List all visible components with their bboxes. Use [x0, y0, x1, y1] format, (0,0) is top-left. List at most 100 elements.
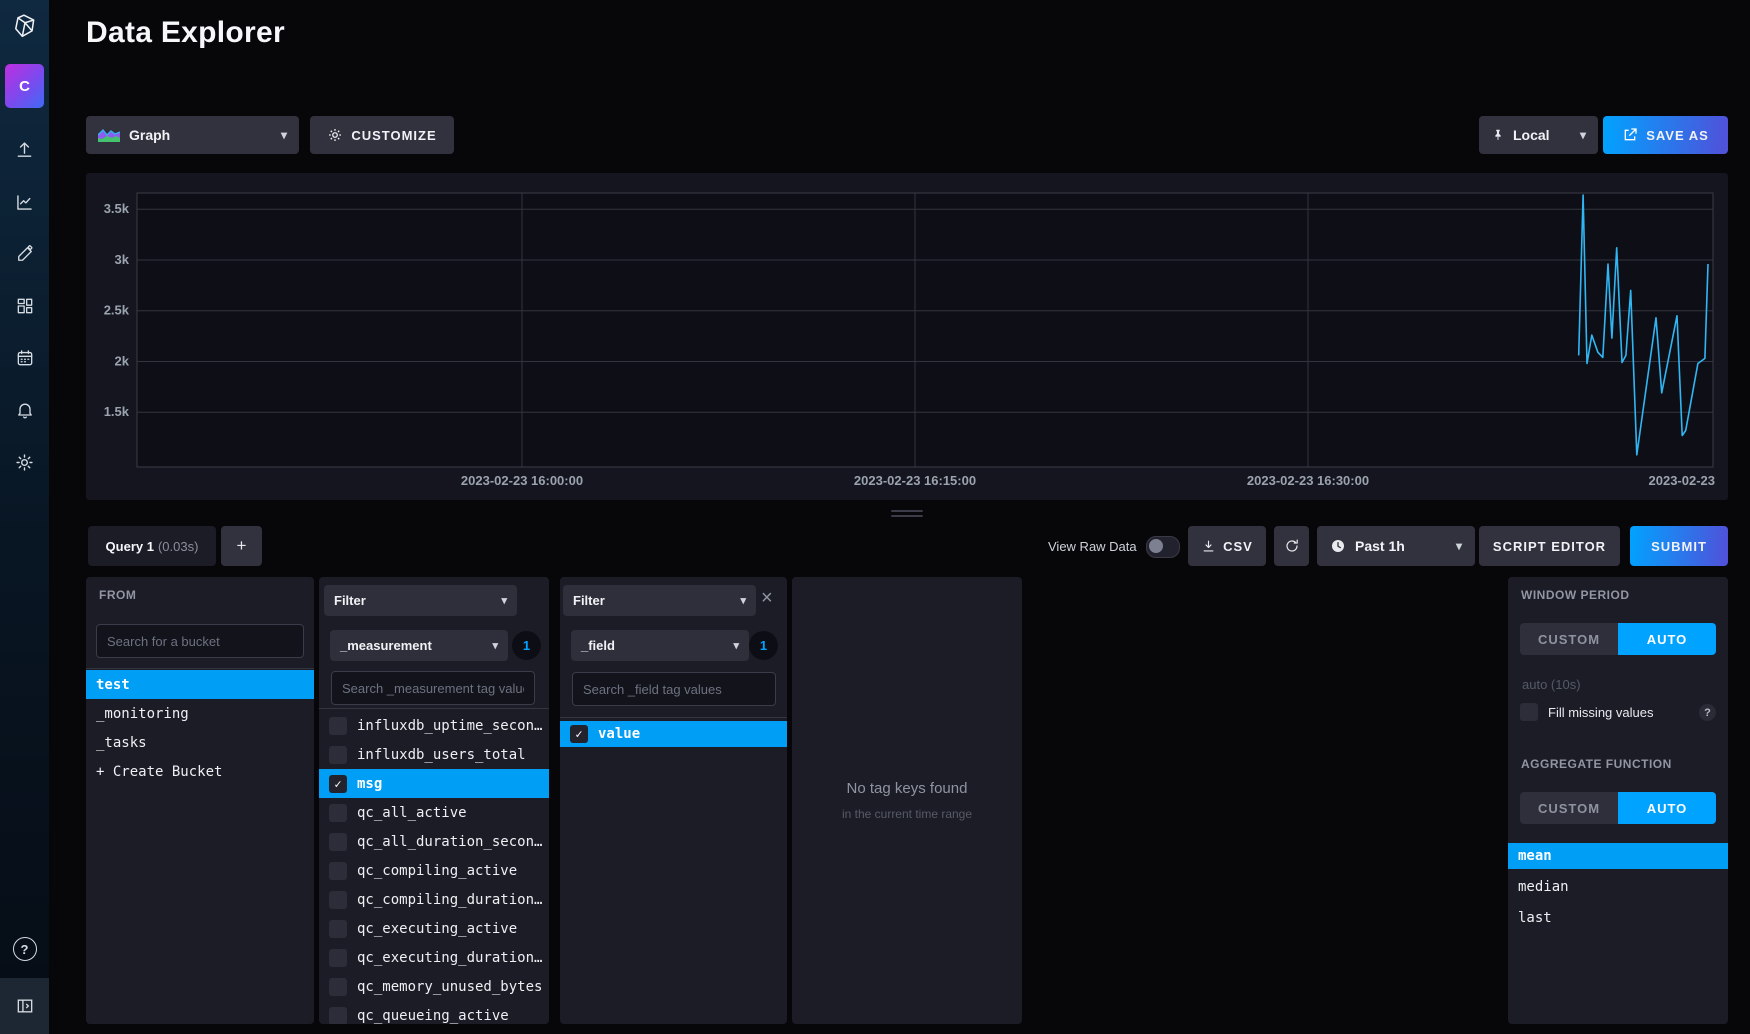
save-as-label: SAVE AS	[1646, 128, 1709, 143]
measurement-item[interactable]: qc_all_active	[319, 798, 549, 827]
measurement-item[interactable]: qc_all_duration_secon…	[319, 827, 549, 856]
script-editor-button[interactable]: SCRIPT EDITOR	[1479, 526, 1620, 566]
dashboards-grid-icon[interactable]	[0, 288, 49, 324]
influxdb-logo-icon[interactable]	[0, 8, 49, 44]
aggregate-function-item-label: median	[1518, 879, 1569, 895]
view-raw-data-label: View Raw Data	[1048, 539, 1137, 554]
submit-button[interactable]: SUBMIT	[1630, 526, 1728, 566]
chevron-down-icon: ▾	[1456, 539, 1462, 553]
unchecked-checkbox[interactable]	[329, 949, 347, 967]
aggregate-function-item-label: last	[1518, 910, 1552, 926]
measurement-item[interactable]: qc_queueing_active	[319, 1001, 549, 1024]
local-dropdown[interactable]: Local ▾	[1479, 116, 1598, 154]
field-item[interactable]: ✓ value	[560, 721, 787, 747]
script-editor-label: SCRIPT EDITOR	[1493, 539, 1606, 554]
unchecked-checkbox[interactable]	[329, 804, 347, 822]
question-mark-icon: ?	[13, 937, 37, 961]
x-axis-tick-label: 2023-02-23 16:15:00	[854, 473, 976, 488]
help-tooltip-icon[interactable]: ?	[1699, 704, 1716, 721]
plot-area[interactable]	[137, 193, 1713, 467]
filter-type-dropdown[interactable]: Filter ▾	[324, 585, 517, 616]
unchecked-checkbox[interactable]	[329, 978, 347, 996]
measurement-item[interactable]: influxdb_uptime_secon…	[319, 711, 549, 740]
tasks-calendar-icon[interactable]	[0, 340, 49, 376]
fill-missing-checkbox[interactable]	[1520, 703, 1538, 721]
unchecked-checkbox[interactable]	[329, 717, 347, 735]
help-icon[interactable]: ?	[0, 931, 49, 967]
add-query-button[interactable]: +	[221, 526, 262, 566]
y-axis-tick-label: 3k	[115, 252, 130, 267]
chevron-down-icon: ▾	[501, 594, 507, 607]
data-explorer-page: C ? Data Explorer	[0, 0, 1750, 1034]
alerts-bell-icon[interactable]	[0, 392, 49, 428]
aggregate-function-item[interactable]: last	[1508, 905, 1728, 931]
save-as-button[interactable]: SAVE AS	[1603, 116, 1728, 154]
aggregate-function-item[interactable]: mean	[1508, 843, 1728, 869]
custom-option[interactable]: CUSTOM	[1520, 623, 1618, 655]
measurement-item[interactable]: qc_compiling_duration…	[319, 885, 549, 914]
field-search-input[interactable]	[572, 672, 776, 706]
view-raw-data-toggle[interactable]	[1146, 536, 1180, 558]
checked-checkbox[interactable]: ✓	[570, 725, 588, 743]
customize-button[interactable]: CUSTOMIZE	[310, 116, 454, 154]
divider	[560, 717, 787, 718]
field-key-dropdown[interactable]: _field ▾	[571, 630, 749, 661]
window-period-title: WINDOW PERIOD	[1521, 588, 1630, 602]
measurement-item-label: qc_all_active	[357, 805, 467, 821]
unchecked-checkbox[interactable]	[329, 891, 347, 909]
load-data-upload-icon[interactable]	[0, 132, 49, 168]
measurement-item[interactable]: qc_executing_active	[319, 914, 549, 943]
custom-option[interactable]: CUSTOM	[1520, 792, 1618, 824]
refresh-button[interactable]	[1274, 526, 1309, 566]
bucket-item[interactable]: + Create Bucket	[86, 757, 314, 786]
measurement-list: influxdb_uptime_secon…influxdb_users_tot…	[319, 711, 549, 1024]
unchecked-checkbox[interactable]	[329, 862, 347, 880]
measurement-item[interactable]: qc_memory_unused_bytes	[319, 972, 549, 1001]
from-panel: FROM test_monitoring_tasks+ Create Bucke…	[86, 577, 314, 1024]
close-filter-icon[interactable]: ×	[761, 587, 773, 610]
bucket-item[interactable]: test	[86, 670, 314, 699]
time-series-chart[interactable]: 3.5k3k2.5k2k1.5k2023-02-23 16:00:002023-…	[86, 173, 1728, 500]
aggregate-mode-toggle[interactable]: CUSTOM AUTO	[1520, 792, 1716, 824]
query-tab[interactable]: Query 1 (0.03s)	[88, 526, 216, 566]
measurement-item[interactable]: qc_compiling_active	[319, 856, 549, 885]
bucket-item[interactable]: _tasks	[86, 728, 314, 757]
measurement-item[interactable]: ✓msg	[319, 769, 549, 798]
measurement-search-input[interactable]	[331, 671, 535, 705]
unchecked-checkbox[interactable]	[329, 920, 347, 938]
query-duration: (0.03s)	[158, 539, 198, 554]
checked-checkbox[interactable]: ✓	[329, 775, 347, 793]
window-period-mode-toggle[interactable]: CUSTOM AUTO	[1520, 623, 1716, 655]
auto-window-value: auto (10s)	[1522, 677, 1581, 692]
measurement-item[interactable]: qc_executing_duration…	[319, 943, 549, 972]
graph-type-dropdown[interactable]: Graph ▾	[86, 116, 299, 154]
measurement-item-label: qc_memory_unused_bytes	[357, 979, 542, 995]
measurement-item[interactable]: influxdb_users_total	[319, 740, 549, 769]
settings-gear-icon[interactable]	[0, 444, 49, 480]
notebooks-pencil-icon[interactable]	[0, 236, 49, 272]
auto-option[interactable]: AUTO	[1618, 623, 1716, 655]
field-item-label: value	[598, 726, 640, 742]
chevron-down-icon: ▾	[1580, 128, 1586, 142]
resize-drag-handle[interactable]	[891, 510, 923, 520]
measurement-key-dropdown[interactable]: _measurement ▾	[330, 630, 508, 661]
org-avatar[interactable]: C	[5, 64, 44, 108]
expand-sidebar-icon[interactable]	[15, 996, 35, 1016]
auto-option[interactable]: AUTO	[1618, 792, 1716, 824]
bucket-item[interactable]: _monitoring	[86, 699, 314, 728]
selected-count-badge: 1	[512, 631, 541, 660]
unchecked-checkbox[interactable]	[329, 746, 347, 764]
bucket-search-input[interactable]	[96, 624, 304, 658]
unchecked-checkbox[interactable]	[329, 1007, 347, 1025]
chevron-down-icon: ▾	[740, 594, 746, 607]
filter-type-dropdown[interactable]: Filter ▾	[563, 585, 756, 616]
fill-missing-row: Fill missing values	[1520, 703, 1653, 721]
aggregate-function-list: mean median last	[1508, 843, 1728, 936]
data-explorer-chart-icon[interactable]	[0, 184, 49, 220]
aggregate-function-item[interactable]: median	[1508, 874, 1728, 900]
unchecked-checkbox[interactable]	[329, 833, 347, 851]
csv-download-button[interactable]: CSV	[1188, 526, 1266, 566]
time-range-dropdown[interactable]: Past 1h ▾	[1317, 526, 1475, 566]
y-axis-tick-label: 3.5k	[104, 201, 130, 216]
bucket-item-label: + Create Bucket	[96, 764, 222, 780]
